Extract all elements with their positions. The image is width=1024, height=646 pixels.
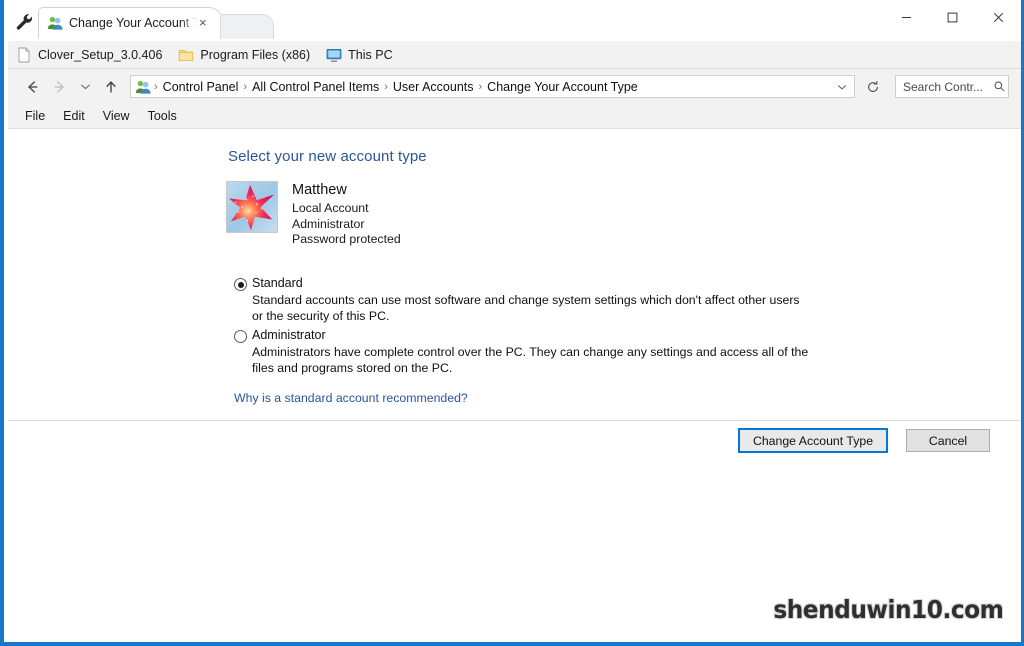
bookmark-label: Clover_Setup_3.0.406	[38, 47, 163, 62]
breadcrumb-user-accounts[interactable]: User Accounts	[389, 80, 478, 94]
bookmarks-bar: Clover_Setup_3.0.406 Program Files (x86)…	[8, 41, 1021, 69]
user-role: Administrator	[292, 216, 365, 231]
radio-standard-label: Standard	[252, 276, 303, 290]
avatar	[226, 181, 278, 233]
file-icon	[16, 47, 32, 63]
user-accounts-icon	[47, 15, 63, 31]
search-icon	[990, 80, 1008, 93]
radio-option-administrator[interactable]: Administrator Administrators have comple…	[234, 328, 812, 376]
menu-edit[interactable]: Edit	[54, 107, 94, 125]
address-bar-row: › Control Panel › All Control Panel Item…	[8, 69, 1021, 104]
back-button[interactable]	[20, 74, 46, 100]
bookmark-this-pc[interactable]: This PC	[326, 47, 393, 63]
radio-administrator[interactable]	[234, 330, 247, 343]
bookmark-program-files-x86[interactable]: Program Files (x86)	[178, 47, 310, 63]
bookmark-label: Program Files (x86)	[200, 47, 311, 62]
user-summary: Matthew Local Account Administrator Pass…	[226, 181, 401, 248]
folder-icon	[178, 47, 194, 63]
bookmark-label: This PC	[348, 47, 393, 62]
wrench-icon[interactable]	[14, 12, 34, 32]
radio-administrator-description: Administrators have complete control ove…	[252, 345, 809, 375]
radio-standard[interactable]	[234, 278, 247, 291]
tab-close-icon[interactable]: ×	[197, 16, 213, 31]
browser-window: Change Your Account Type ×	[0, 0, 1024, 646]
tab-change-your-account-type[interactable]: Change Your Account Type ×	[38, 7, 223, 38]
change-account-type-button[interactable]: Change Account Type	[738, 428, 888, 453]
menu-tools[interactable]: Tools	[139, 107, 186, 125]
cancel-button[interactable]: Cancel	[906, 429, 990, 452]
monitor-icon	[326, 47, 342, 63]
menu-bar: File Edit View Tools	[8, 104, 1021, 129]
user-details: Matthew Local Account Administrator Pass…	[292, 181, 401, 248]
user-password-status: Password protected	[292, 232, 401, 246]
new-tab-button[interactable]	[220, 14, 274, 39]
menu-view[interactable]: View	[94, 107, 139, 125]
radio-standard-description: Standard accounts can use most software …	[252, 293, 800, 323]
breadcrumb-change-your-account-type[interactable]: Change Your Account Type	[483, 80, 642, 94]
user-name: Matthew	[292, 182, 347, 198]
address-breadcrumb-bar[interactable]: › Control Panel › All Control Panel Item…	[130, 75, 855, 98]
watermark: shenduwin10.com	[772, 595, 1004, 624]
breadcrumb-control-panel[interactable]: Control Panel	[159, 80, 243, 94]
window-controls	[883, 0, 1021, 36]
close-button[interactable]	[975, 0, 1021, 34]
radio-option-standard[interactable]: Standard Standard accounts can use most …	[234, 276, 812, 324]
breadcrumb-all-control-panel-items[interactable]: All Control Panel Items	[248, 80, 383, 94]
radio-administrator-label: Administrator	[252, 328, 326, 342]
forward-button[interactable]	[46, 74, 72, 100]
chevron-down-icon[interactable]	[832, 76, 852, 97]
menu-file[interactable]: File	[16, 107, 54, 125]
up-button[interactable]	[98, 74, 124, 100]
tab-title: Change Your Account Type	[69, 16, 197, 30]
page-title: Select your new account type	[228, 148, 427, 165]
tab-strip: Change Your Account Type ×	[4, 0, 1024, 39]
user-account-type: Local Account	[292, 201, 369, 215]
refresh-icon[interactable]	[863, 76, 883, 97]
bookmark-clover-setup[interactable]: Clover_Setup_3.0.406	[16, 47, 162, 63]
minimize-button[interactable]	[883, 0, 929, 34]
content-divider	[8, 420, 1021, 421]
main-content: Select your new account type Matthew Loc…	[8, 129, 1021, 638]
maximize-button[interactable]	[929, 0, 975, 34]
search-placeholder: Search Contr...	[903, 79, 984, 94]
help-link-standard-account[interactable]: Why is a standard account recommended?	[234, 391, 468, 405]
user-accounts-icon	[135, 79, 151, 95]
recent-locations-button[interactable]	[72, 74, 98, 100]
action-buttons: Change Account Type Cancel	[738, 428, 990, 453]
search-input[interactable]: Search Contr...	[895, 75, 1009, 98]
